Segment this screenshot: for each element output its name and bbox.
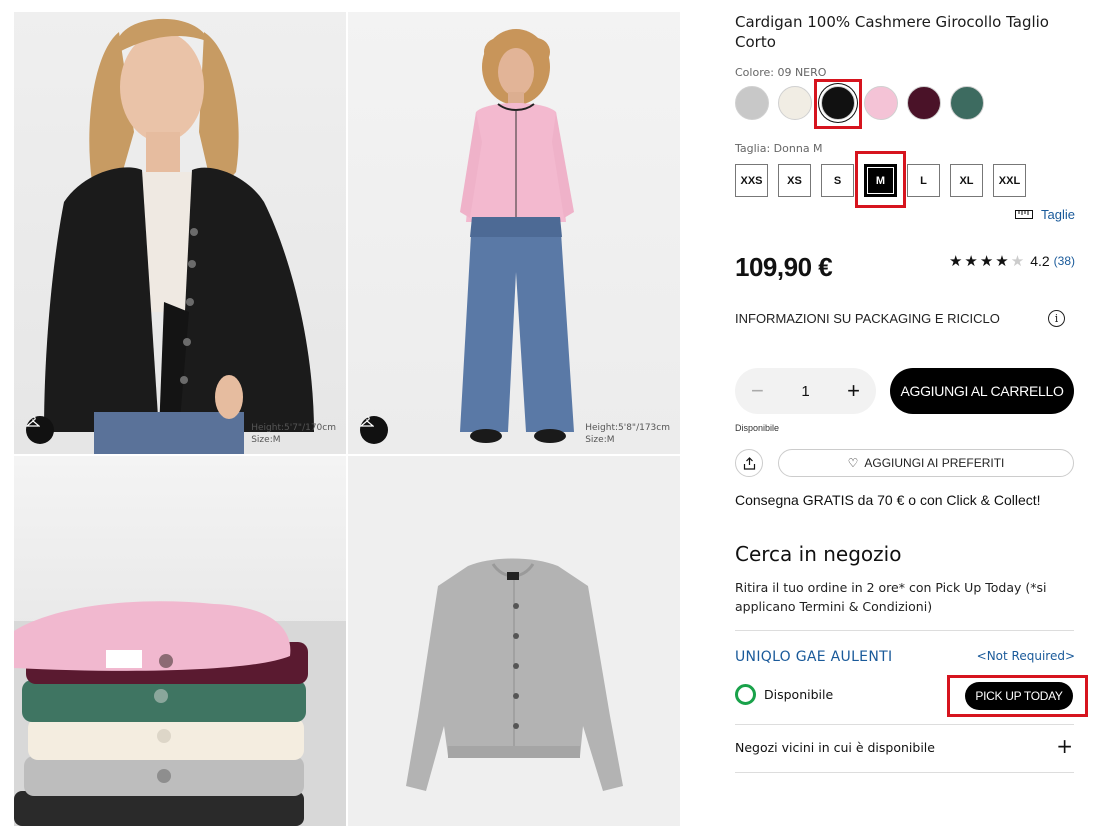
product-title: Cardigan 100% Cashmere Girocollo Taglio … xyxy=(735,13,1049,51)
info-icon[interactable]: i xyxy=(1048,310,1065,327)
model1-size: Size:M xyxy=(251,435,281,445)
gallery-image-stack[interactable] xyxy=(14,456,346,826)
ruler-icon xyxy=(1015,210,1034,219)
store-search-title: Cerca in negozio xyxy=(735,542,902,566)
model1-height: Height:5'7"/170cm xyxy=(251,423,336,433)
store-search-description: Ritira il tuo ordine in 2 ore* con Pick … xyxy=(735,580,1047,614)
quantity-increase-button[interactable]: + xyxy=(847,378,860,404)
add-to-favorites-button[interactable]: ♡ AGGIUNGI AI PREFERITI xyxy=(778,449,1074,477)
stock-status-icon xyxy=(735,684,756,705)
grey-cardigan-illustration xyxy=(406,558,623,791)
pick-up-today-button[interactable]: PICK UP TODAY xyxy=(965,682,1073,710)
rating-count-link[interactable]: (38) xyxy=(1054,254,1075,268)
size-option-xxl[interactable]: XXL xyxy=(993,164,1026,197)
divider xyxy=(735,772,1074,773)
model-black-illustration xyxy=(44,18,314,454)
expand-plus-icon[interactable]: + xyxy=(1056,734,1073,758)
color-swatch-verde[interactable] xyxy=(950,86,984,120)
packaging-info-label: INFORMAZIONI SU PACKAGING E RICICLO xyxy=(735,311,1000,326)
product-details-panel: Cardigan 100% Cashmere Girocollo Taglio … xyxy=(735,12,1088,773)
size-option-s[interactable]: S xyxy=(821,164,854,197)
add-to-cart-button[interactable]: AGGIUNGI AL CARRELLO xyxy=(890,368,1074,414)
not-required-link[interactable]: <Not Required> xyxy=(977,649,1075,663)
size-guide-label: Taglie xyxy=(1041,207,1075,222)
size-label: Taglia: Donna M xyxy=(735,142,823,155)
divider xyxy=(735,630,1074,631)
model-info-1: Height:5'7"/170cm Size:M xyxy=(251,422,336,446)
size-option-xs[interactable]: XS xyxy=(778,164,811,197)
try-on-hanger-icon[interactable] xyxy=(360,416,388,444)
packaging-info-row[interactable]: INFORMAZIONI SU PACKAGING E RICICLO i xyxy=(735,310,1075,327)
share-button[interactable] xyxy=(735,449,763,477)
model-pink-illustration xyxy=(460,29,574,443)
quantity-value: 1 xyxy=(801,382,810,400)
gallery-image-model-pink[interactable]: Height:5'8"/173cm Size:M xyxy=(348,12,680,454)
color-swatch-rosa[interactable] xyxy=(864,86,898,120)
size-guide-link[interactable]: Taglie xyxy=(1015,207,1075,222)
gallery-image-grey-cardigan[interactable] xyxy=(348,456,680,826)
heart-icon: ♡ xyxy=(847,456,859,470)
divider xyxy=(735,724,1074,725)
product-gallery: Height:5'7"/170cm Size:M Height:5'8"/173… xyxy=(14,12,680,826)
quantity-stepper: − 1 + xyxy=(735,368,876,414)
nearby-stores-label[interactable]: Negozi vicini in cui è disponibile xyxy=(735,740,935,755)
store-name-link[interactable]: UNIQLO GAE AULENTI xyxy=(735,649,892,665)
gallery-image-model-black[interactable]: Height:5'7"/170cm Size:M xyxy=(14,12,346,454)
favorites-label: AGGIUNGI AI PREFERITI xyxy=(864,456,1005,470)
model2-size: Size:M xyxy=(585,435,615,445)
size-option-l[interactable]: L xyxy=(907,164,940,197)
color-swatch-grigio[interactable] xyxy=(735,86,769,120)
color-swatch-vino[interactable] xyxy=(907,86,941,120)
color-swatch-nero[interactable] xyxy=(821,86,855,120)
model2-height: Height:5'8"/173cm xyxy=(585,423,670,433)
rating-stars-icon: ★★★★★ xyxy=(948,253,1027,270)
color-swatch-bianco[interactable] xyxy=(778,86,812,120)
try-on-hanger-icon[interactable] xyxy=(26,416,54,444)
color-label: Colore: 09 NERO xyxy=(735,66,827,79)
rating-value: 4.2 xyxy=(1030,253,1050,269)
size-option-m[interactable]: M xyxy=(864,164,897,197)
product-rating[interactable]: ★★★★★ 4.2 (38) xyxy=(949,252,1075,270)
delivery-info: Consegna GRATIS da 70 € o con Click & Co… xyxy=(735,492,1041,508)
product-price: 109,90 € xyxy=(735,252,833,282)
cardigan-stack-illustration xyxy=(14,601,346,826)
size-option-xl[interactable]: XL xyxy=(950,164,983,197)
stock-status-label: Disponibile xyxy=(764,687,834,702)
model-info-2: Height:5'8"/173cm Size:M xyxy=(585,422,670,446)
share-icon xyxy=(743,456,755,470)
size-option-xxs[interactable]: XXS xyxy=(735,164,768,197)
availability-text: Disponibile xyxy=(735,423,780,433)
quantity-decrease-button[interactable]: − xyxy=(751,378,764,404)
